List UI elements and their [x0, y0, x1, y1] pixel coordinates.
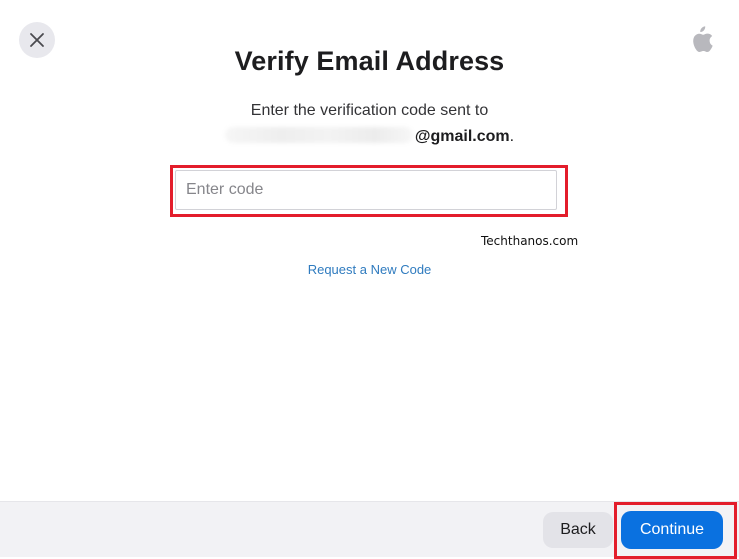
watermark: Techthanos.com — [481, 234, 579, 248]
page-title: Verify Email Address — [234, 46, 505, 76]
email-redaction — [224, 127, 413, 143]
request-new-code-link[interactable]: Request a New Code — [0, 262, 739, 277]
email-period: . — [509, 128, 515, 145]
continue-button[interactable]: Continue — [621, 511, 723, 549]
email-domain: @gmail.com — [414, 128, 510, 145]
email-address: @gmail.com. — [0, 127, 739, 146]
verification-code-input[interactable] — [175, 170, 557, 210]
back-button[interactable]: Back — [543, 512, 613, 548]
instruction-text: Enter the verification code sent to — [250, 102, 489, 119]
